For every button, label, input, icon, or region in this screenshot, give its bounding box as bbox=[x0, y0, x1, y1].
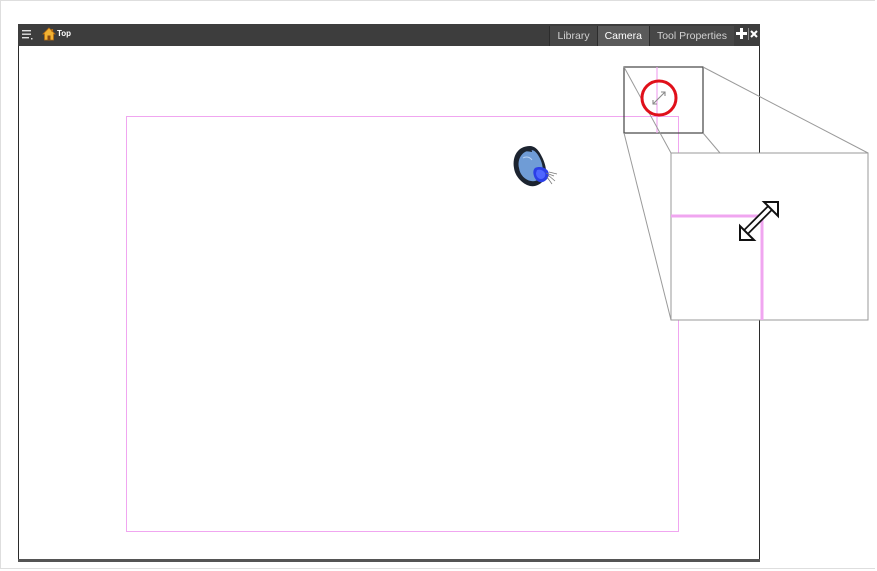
hamburger-menu-icon[interactable] bbox=[22, 29, 33, 40]
home-icon[interactable] bbox=[42, 27, 56, 41]
tab-library[interactable]: Library bbox=[549, 26, 597, 46]
tab-camera[interactable]: Camera bbox=[596, 26, 649, 46]
camera-frame[interactable] bbox=[126, 116, 679, 532]
panel-bottom-border bbox=[18, 559, 760, 562]
butterfly-drawing[interactable] bbox=[508, 140, 570, 194]
top-view-panel[interactable] bbox=[18, 24, 760, 561]
close-icon[interactable] bbox=[748, 28, 758, 40]
view-title-bar: Top Library Camera Tool Properties bbox=[18, 24, 760, 46]
panel-tabs: Library Camera Tool Properties bbox=[549, 26, 734, 46]
plus-icon[interactable] bbox=[735, 27, 748, 40]
view-name-label: Top bbox=[57, 29, 72, 38]
tab-tool-properties[interactable]: Tool Properties bbox=[648, 26, 734, 46]
